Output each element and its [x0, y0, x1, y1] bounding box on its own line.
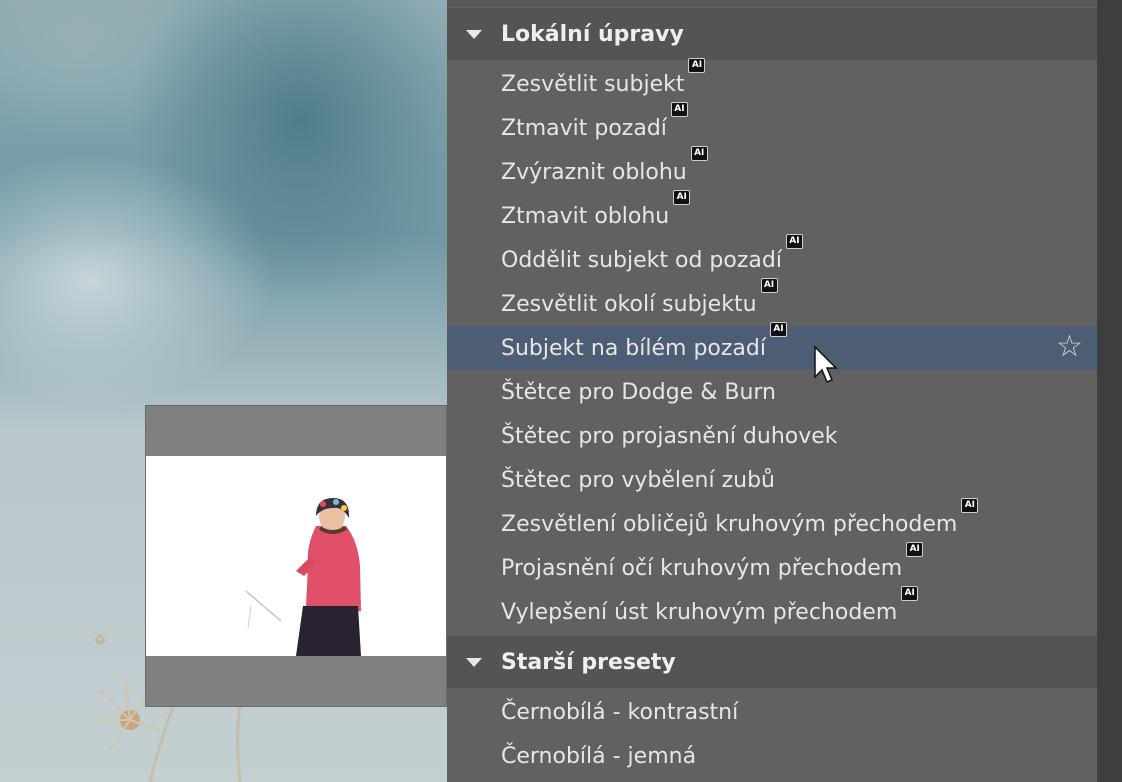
ai-badge: AI: [901, 586, 919, 601]
preset-label: Zvýraznit oblohu: [501, 160, 687, 185]
triangle-down-icon[interactable]: [466, 657, 482, 667]
panel-divider: [447, 0, 1097, 7]
ai-badge: AI: [670, 102, 688, 117]
preset-label: Štětec pro projasnění duhovek: [501, 424, 838, 449]
preset-item[interactable]: Ztmavit oblohuAI: [447, 190, 1097, 238]
preset-item[interactable]: Zesvětlení obličejů kruhovým přechodemAI: [447, 498, 1097, 546]
ai-badge: AI: [769, 322, 787, 337]
preset-item[interactable]: Štětec pro projasnění duhovek: [447, 414, 1097, 458]
preset-preview-tooltip: [145, 405, 447, 707]
preset-label: Ztmavit oblohu: [501, 204, 670, 229]
preset-item[interactable]: Štětce pro Dodge & Burn: [447, 370, 1097, 414]
ai-badge: AI: [688, 58, 706, 73]
preset-label: Zesvětlit okolí subjektu: [501, 292, 757, 317]
preset-item[interactable]: Projasnění očí kruhovým přechodemAI: [447, 542, 1097, 590]
child-subject-image: [245, 498, 361, 656]
star-outline-icon[interactable]: ☆: [1056, 332, 1083, 362]
preset-item[interactable]: Černobílá - kontrastní: [447, 690, 1097, 734]
section-header-lokalni-upravy[interactable]: Lokální úpravy: [447, 8, 1097, 60]
preset-label: Štětce pro Dodge & Burn: [501, 380, 776, 405]
preset-item[interactable]: Zvýraznit oblohuAI: [447, 146, 1097, 194]
preset-label: Oddělit subjekt od pozadí: [501, 248, 782, 273]
section-title: Starší presety: [501, 649, 676, 675]
preset-label: Štětec pro vybělení zubů: [501, 468, 775, 493]
preset-label: Ztmavit pozadí: [501, 116, 667, 141]
preset-item[interactable]: Zesvětlit subjektAI: [447, 58, 1097, 106]
section-title: Lokální úpravy: [501, 21, 684, 47]
mouse-cursor-icon: [814, 345, 838, 383]
preset-label: Zesvětlit subjekt: [501, 72, 685, 97]
preview-image: [146, 456, 446, 656]
presets-panel: Lokální úpravy Zesvětlit subjektAI Ztmav…: [447, 0, 1097, 782]
triangle-down-icon[interactable]: [466, 29, 482, 39]
ai-badge: AI: [673, 190, 691, 205]
preset-label: Projasnění očí kruhovým přechodem: [501, 556, 903, 581]
ai-badge: AI: [690, 146, 708, 161]
ai-badge: AI: [961, 498, 979, 513]
preset-label: Zesvětlení obličejů kruhovým přechodem: [501, 512, 958, 537]
ai-badge: AI: [785, 234, 803, 249]
preset-label: Vylepšení úst kruhovým přechodem: [501, 600, 898, 625]
preset-item[interactable]: Štětec pro vybělení zubů: [447, 458, 1097, 502]
ai-badge: AI: [760, 278, 778, 293]
preset-item[interactable]: Ztmavit pozadíAI: [447, 102, 1097, 150]
ai-badge: AI: [906, 542, 924, 557]
preset-item[interactable]: Černobílá - jemná: [447, 734, 1097, 778]
preset-label: Černobílá - jemná: [501, 744, 697, 769]
section-header-starsi-presety[interactable]: Starší presety: [447, 636, 1097, 688]
preset-label: Černobílá - kontrastní: [501, 700, 739, 725]
preset-item[interactable]: Vylepšení úst kruhovým přechodemAI: [447, 586, 1097, 634]
preset-item[interactable]: Oddělit subjekt od pozadíAI: [447, 234, 1097, 282]
preset-label: Subjekt na bílém pozadí: [501, 336, 766, 361]
preset-item[interactable]: Zesvětlit okolí subjektuAI: [447, 278, 1097, 326]
preset-item-selected[interactable]: Subjekt na bílém pozadíAI ☆: [447, 322, 1097, 370]
scrollbar[interactable]: [1097, 0, 1122, 782]
